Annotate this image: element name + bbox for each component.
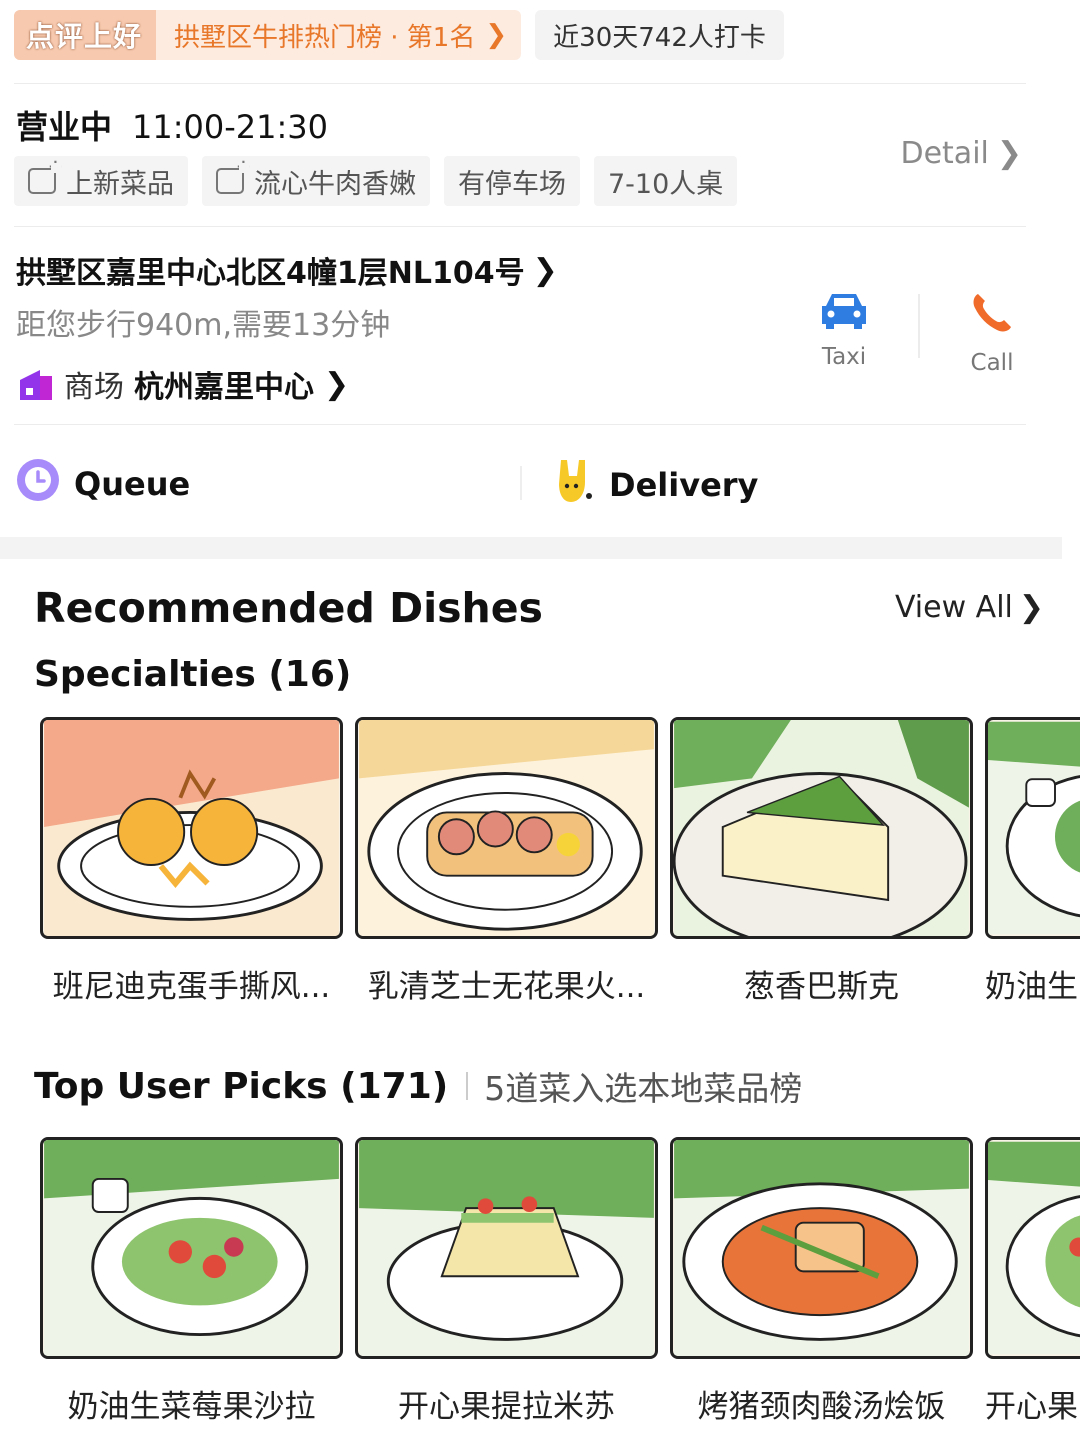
delivery-label: Delivery	[609, 466, 759, 504]
dish-image	[670, 1137, 973, 1359]
dish-card[interactable]: 开心果提拉米苏	[355, 1137, 658, 1426]
chevron-right-icon: ❯	[485, 20, 508, 50]
address-text: 拱墅区嘉里中心北区4幢1层NL104号	[16, 256, 525, 291]
chevron-right-icon: ❯	[996, 136, 1022, 171]
view-all-label: View All	[894, 590, 1013, 625]
dish-image	[985, 1137, 1080, 1359]
top-picks-title: Top User Picks (171)	[34, 1065, 449, 1107]
specialties-title: Specialties (16)	[34, 654, 352, 695]
dish-card[interactable]: 班尼迪克蛋手撕风...	[40, 717, 343, 1006]
mall-name: 杭州嘉里中心	[134, 370, 314, 405]
dish-name: 乳清芝士无花果火...	[367, 969, 646, 1005]
top-picks-subtitle: 5道菜入选本地菜品榜	[448, 1062, 802, 1110]
walking-distance: 距您步行940m,需要13分钟	[16, 308, 391, 343]
dish-image	[40, 717, 343, 939]
mall-link[interactable]: 商场 杭州嘉里中心 ❯	[18, 362, 349, 406]
dish-name: 班尼迪克蛋手撕风...	[52, 969, 331, 1005]
ranking-logo: 点评上好	[14, 10, 157, 60]
top-picks-header: Top User Picks (171) 5道菜入选本地菜品榜	[34, 1062, 802, 1110]
divider	[14, 83, 1026, 84]
dish-card[interactable]: 奶油生	[985, 717, 1080, 1006]
dish-card[interactable]: 葱香巴斯克	[670, 717, 973, 1006]
taxi-button[interactable]: Taxi	[789, 290, 899, 370]
kangaroo-icon	[555, 458, 595, 512]
new-item-icon	[216, 156, 251, 194]
dish-card[interactable]: 开心果	[985, 1137, 1080, 1426]
dish-image	[355, 1137, 658, 1359]
detail-link[interactable]: Detail ❯	[900, 136, 1022, 171]
recommended-title: Recommended Dishes	[34, 584, 543, 632]
ranking-chip[interactable]: 点评上好 拱墅区牛排热门榜 · 第1名 ❯	[14, 10, 522, 60]
tag-label: 流心牛肉香嫩	[254, 168, 416, 200]
dish-name: 奶油生菜莓果沙拉	[67, 1389, 316, 1425]
queue-label: Queue	[74, 465, 191, 503]
new-item-icon	[28, 156, 63, 194]
opening-hours: 11:00-21:30	[132, 108, 328, 146]
car-icon	[818, 294, 870, 334]
section-separator	[0, 537, 1062, 559]
dish-name: 开心果	[985, 1389, 1078, 1425]
divider	[14, 226, 1026, 227]
tag-label: 7-10人桌	[608, 168, 724, 200]
view-all-link[interactable]: View All ❯	[895, 590, 1044, 625]
ranking-text: 拱墅区牛排热门榜 · 第1名	[174, 22, 476, 53]
tag-new-dishes[interactable]: 上新菜品	[14, 156, 188, 206]
chevron-right-icon: ❯	[1018, 590, 1044, 625]
open-status: 营业中	[16, 108, 113, 146]
tag-tender-beef[interactable]: 流心牛肉香嫩	[202, 156, 430, 206]
divider	[14, 424, 1026, 425]
chevron-right-icon: ❯	[532, 252, 558, 288]
call-label: Call	[970, 350, 1014, 376]
chevron-right-icon: ❯	[324, 366, 350, 402]
dish-card[interactable]: 奶油生菜莓果沙拉	[40, 1137, 343, 1426]
hours-row: 营业中 11:00-21:30	[16, 102, 328, 148]
delivery-button[interactable]: Delivery	[555, 458, 758, 512]
divider	[520, 466, 522, 500]
top-picks-row: 奶油生菜莓果沙拉 开心果提拉米苏 烤猪颈肉酸汤烩饭 开心果	[40, 1137, 1080, 1426]
feature-tags: 上新菜品 流心牛肉香嫩 有停车场 7-10人桌	[14, 156, 738, 206]
tag-table-size[interactable]: 7-10人桌	[594, 156, 738, 206]
checkin-chip[interactable]: 近30天742人打卡	[535, 10, 784, 60]
taxi-label: Taxi	[821, 344, 867, 370]
dish-image	[985, 717, 1080, 939]
tag-label: 有停车场	[458, 168, 566, 200]
divider	[918, 294, 920, 358]
tag-parking[interactable]: 有停车场	[444, 156, 580, 206]
tag-label: 上新菜品	[66, 168, 174, 200]
queue-button[interactable]: Queue	[16, 458, 190, 510]
mall-type: 商场	[64, 370, 124, 405]
dish-image	[40, 1137, 343, 1359]
divider	[466, 1072, 469, 1100]
dish-card[interactable]: 乳清芝士无花果火...	[355, 717, 658, 1006]
specialties-row: 班尼迪克蛋手撕风... 乳清芝士无花果火... 葱香巴斯克 奶油生	[40, 717, 1080, 1006]
mall-icon	[18, 366, 54, 402]
top-picks-subtitle-text: 5道菜入选本地菜品榜	[484, 1069, 803, 1108]
dish-name: 开心果提拉米苏	[398, 1389, 615, 1425]
dish-image	[670, 717, 973, 939]
dish-name: 葱香巴斯克	[744, 969, 899, 1005]
clock-icon	[16, 458, 60, 510]
dish-image	[355, 717, 658, 939]
dish-name: 奶油生	[985, 969, 1078, 1005]
dish-card[interactable]: 烤猪颈肉酸汤烩饭	[670, 1137, 973, 1426]
top-row: 点评上好 拱墅区牛排热门榜 · 第1名 ❯ 近30天742人打卡	[14, 10, 1066, 60]
dish-name: 烤猪颈肉酸汤烩饭	[697, 1389, 946, 1425]
address-link[interactable]: 拱墅区嘉里中心北区4幢1层NL104号 ❯	[16, 248, 558, 292]
detail-label: Detail	[900, 136, 989, 171]
call-button[interactable]: Call	[937, 290, 1047, 376]
phone-icon	[969, 294, 1015, 340]
